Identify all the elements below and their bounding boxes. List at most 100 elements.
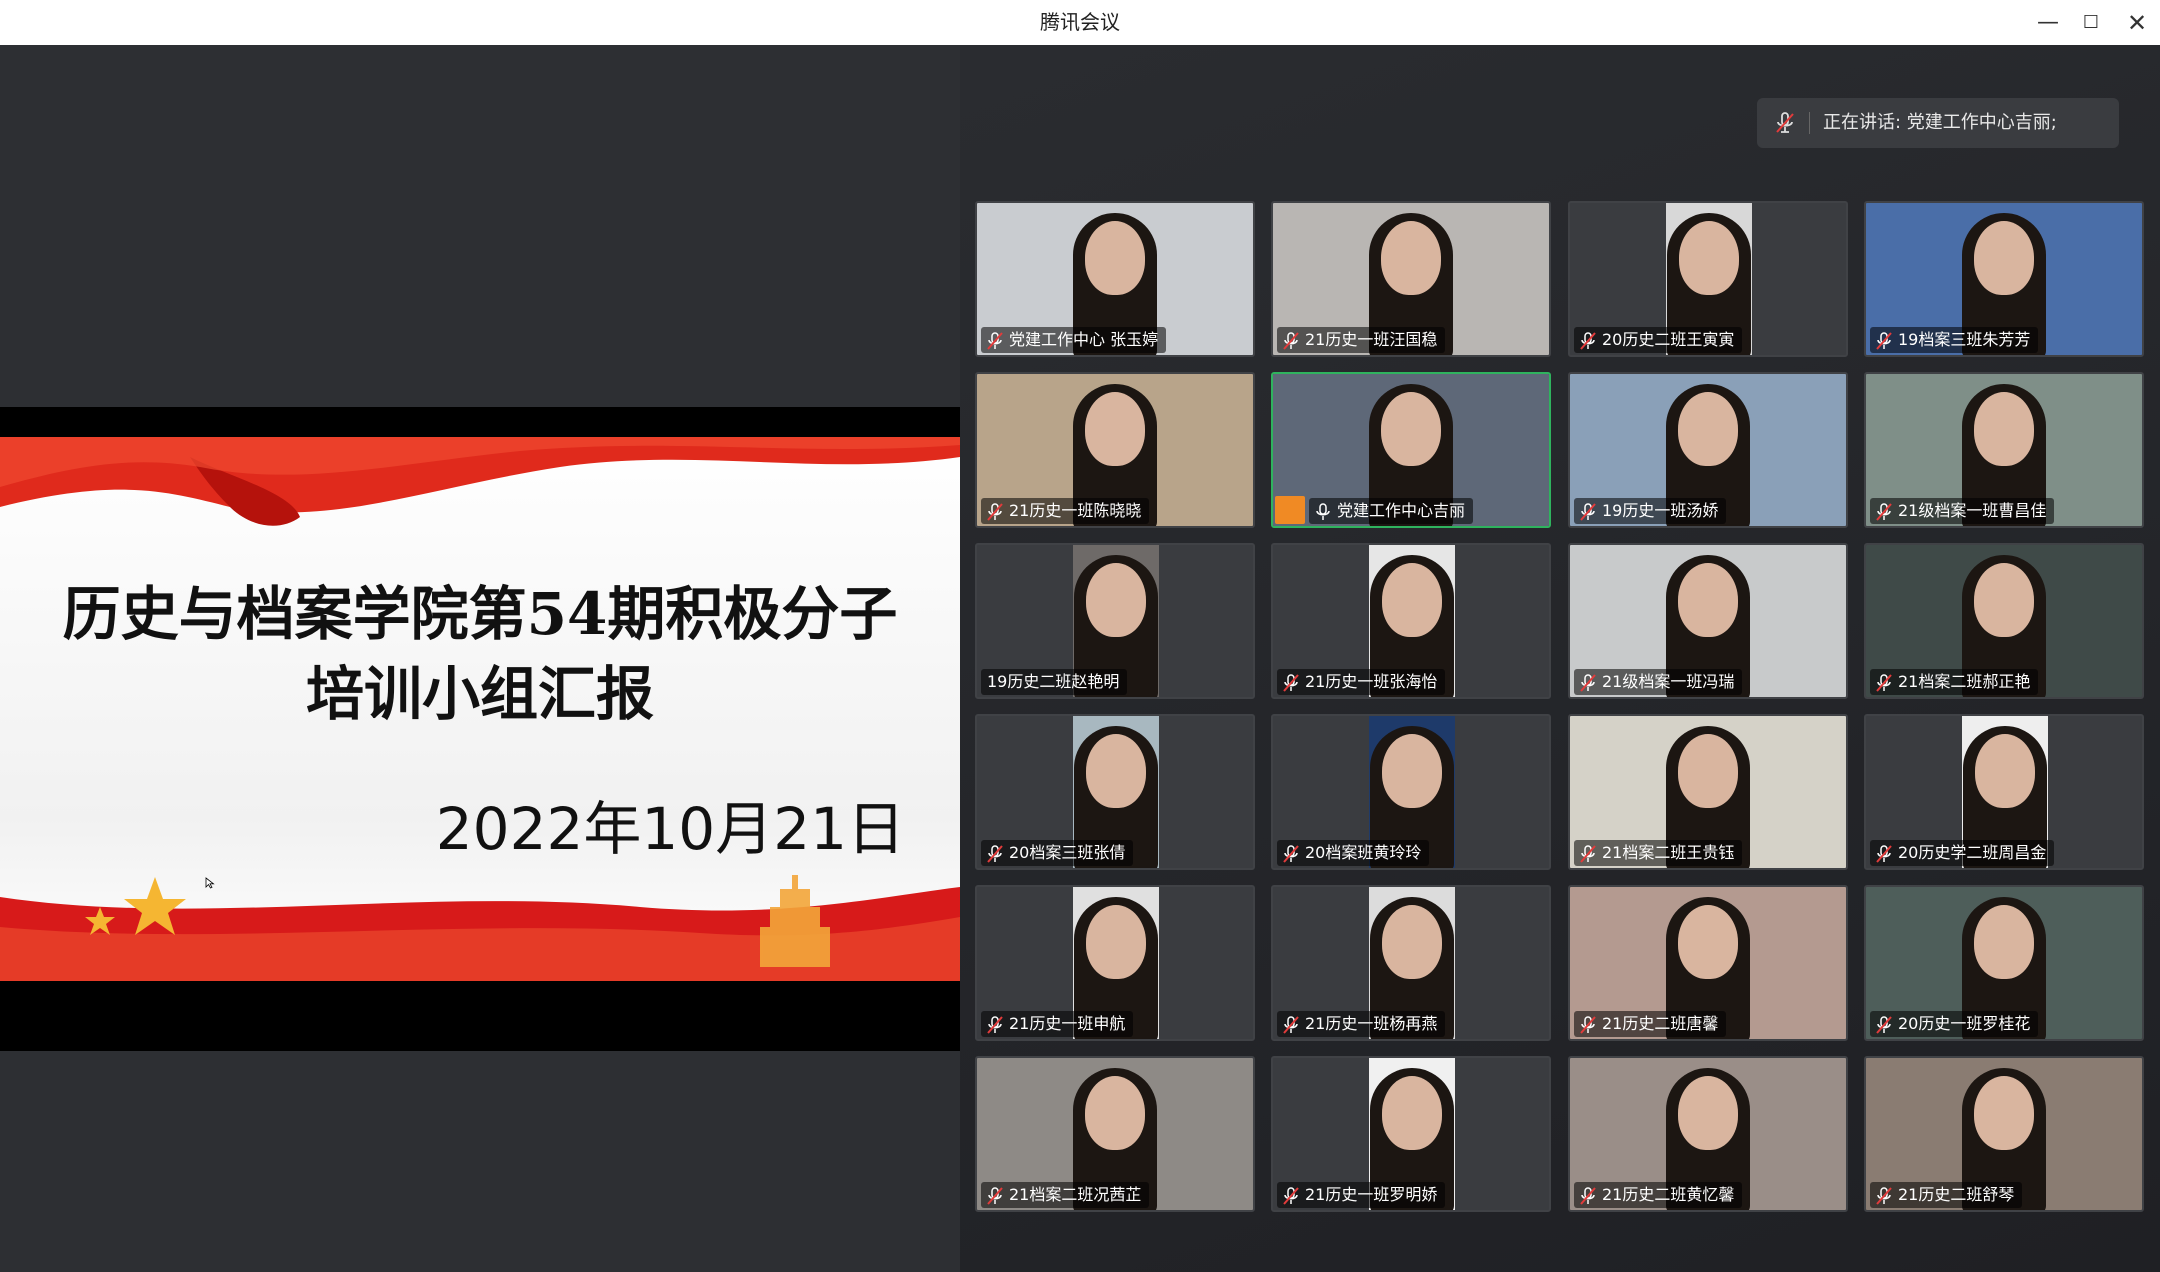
title-bar: 腾讯会议 — ☐ ✕ — [0, 0, 2160, 45]
video-gallery: 正在讲话: 党建工作中心吉丽; 党建工作中心 张玉婷 21历史一班汪国稳 20历… — [960, 45, 2160, 1272]
participant-name-label: 21历史二班唐馨 — [1574, 1011, 1727, 1037]
participant-tile[interactable]: 21档案二班王贵钰 — [1568, 714, 1848, 870]
participant-face — [1678, 734, 1738, 808]
participant-name: 21级档案一班冯瑞 — [1602, 672, 1735, 691]
muted-mic-icon — [1876, 501, 1898, 521]
participant-name-label: 20历史二班王寅寅 — [1574, 327, 1743, 353]
participant-face — [1678, 1076, 1738, 1150]
participant-name: 党建工作中心 张玉婷 — [1009, 330, 1159, 349]
participant-tile[interactable]: 21历史一班陈晓晓 — [975, 372, 1255, 528]
participant-tile[interactable]: 党建工作中心 张玉婷 — [975, 201, 1255, 357]
participant-tile[interactable]: 21历史二班唐馨 — [1568, 885, 1848, 1041]
window-title: 腾讯会议 — [1040, 10, 1120, 34]
participant-tile[interactable]: 19档案三班朱芳芳 — [1864, 201, 2144, 357]
participant-name: 21历史一班罗明娇 — [1305, 1185, 1438, 1204]
close-icon[interactable]: ✕ — [2119, 6, 2155, 40]
muted-mic-icon — [1876, 672, 1898, 692]
participant-name: 党建工作中心吉丽 — [1337, 501, 1466, 520]
mouse-cursor-icon — [205, 877, 215, 889]
participant-name-label: 21历史一班陈晓晓 — [981, 498, 1150, 524]
slide-bottom-wave-decoration — [0, 875, 960, 981]
participant-tile[interactable]: 21档案二班况茜芷 — [975, 1056, 1255, 1212]
muted-mic-icon — [1283, 843, 1305, 863]
participant-name-label: 19档案三班朱芳芳 — [1870, 327, 2039, 353]
participant-name: 19档案三班朱芳芳 — [1898, 330, 2031, 349]
participant-tile[interactable]: 20历史二班王寅寅 — [1568, 201, 1848, 357]
participant-tile[interactable]: 21历史一班张海怡 — [1271, 543, 1551, 699]
participant-face — [1382, 563, 1442, 637]
shared-slide: 历史与档案学院第54期积极分子 培训小组汇报 2022年10月21日 — [0, 437, 960, 981]
participant-name-label: 21档案二班况茜芷 — [981, 1182, 1150, 1208]
participant-name: 20历史一班罗桂花 — [1898, 1014, 2031, 1033]
participant-name-label: 21档案二班王贵钰 — [1574, 840, 1743, 866]
participant-name-label: 19历史一班汤娇 — [1574, 498, 1727, 524]
participant-tile[interactable]: 21历史二班舒琴 — [1864, 1056, 2144, 1212]
participant-name: 21级档案一班曹昌佳 — [1898, 501, 2047, 520]
participant-tile[interactable]: 21级档案一班曹昌佳 — [1864, 372, 2144, 528]
minimize-icon[interactable]: — — [2030, 6, 2066, 40]
participant-name-label: 21历史一班汪国稳 — [1277, 327, 1446, 353]
participant-face — [1381, 221, 1441, 295]
maximize-icon[interactable]: ☐ — [2073, 6, 2109, 40]
muted-mic-icon — [1580, 501, 1602, 521]
screen-share-area: 历史与档案学院第54期积极分子 培训小组汇报 2022年10月21日 — [0, 45, 960, 1272]
muted-mic-icon — [1876, 843, 1898, 863]
host-avatar-icon — [1275, 496, 1305, 524]
participant-face — [1974, 1076, 2034, 1150]
participant-name-label: 20档案班黄玲玲 — [1277, 840, 1430, 866]
participant-tile[interactable]: 20历史学二班周昌金 — [1864, 714, 2144, 870]
participant-face — [1086, 734, 1146, 808]
muted-mic-icon — [1283, 330, 1305, 350]
participant-name: 20历史学二班周昌金 — [1898, 843, 2047, 862]
participant-name-label: 21历史一班杨再燕 — [1277, 1011, 1446, 1037]
participant-name: 21历史一班杨再燕 — [1305, 1014, 1438, 1033]
participant-tile[interactable]: 21档案二班郝正艳 — [1864, 543, 2144, 699]
participant-tile[interactable]: 21历史一班杨再燕 — [1271, 885, 1551, 1041]
participant-name-label: 20档案三班张倩 — [981, 840, 1134, 866]
participant-name: 21历史二班舒琴 — [1898, 1185, 2015, 1204]
participant-face — [1679, 221, 1739, 295]
participant-tile[interactable]: 19历史一班汤娇 — [1568, 372, 1848, 528]
participant-tile[interactable]: 21历史一班申航 — [975, 885, 1255, 1041]
participant-name-label: 21历史一班罗明娇 — [1277, 1182, 1446, 1208]
slide-date: 2022年10月21日 — [435, 795, 905, 863]
muted-mic-icon — [1876, 1185, 1898, 1205]
participant-tile[interactable]: 19历史二班赵艳明 — [975, 543, 1255, 699]
muted-mic-icon — [987, 1185, 1009, 1205]
participant-face — [1974, 392, 2034, 466]
participant-name-label: 20历史一班罗桂花 — [1870, 1011, 2039, 1037]
muted-mic-icon — [987, 330, 1009, 350]
participant-face — [1975, 734, 2035, 808]
participant-name: 21档案二班况茜芷 — [1009, 1185, 1142, 1204]
participant-tile[interactable]: 21历史一班罗明娇 — [1271, 1056, 1551, 1212]
participant-tile[interactable]: 20档案班黄玲玲 — [1271, 714, 1551, 870]
participant-name: 20档案三班张倩 — [1009, 843, 1126, 862]
participant-name-label: 21档案二班郝正艳 — [1870, 669, 2039, 695]
speaking-indicator: 正在讲话: 党建工作中心吉丽; — [1757, 98, 2119, 148]
slide-title-line1: 历史与档案学院第54期积极分子 — [62, 580, 898, 648]
participant-tile[interactable]: 21级档案一班冯瑞 — [1568, 543, 1848, 699]
muted-mic-icon — [1876, 330, 1898, 350]
participant-face — [1086, 905, 1146, 979]
participant-tile[interactable]: 21历史二班黄忆馨 — [1568, 1056, 1848, 1212]
participant-tile[interactable]: 21历史一班汪国稳 — [1271, 201, 1551, 357]
participant-tile[interactable]: 党建工作中心吉丽 — [1271, 372, 1551, 528]
muted-mic-icon — [1580, 843, 1602, 863]
muted-mic-icon — [1580, 330, 1602, 350]
participant-name: 20历史二班王寅寅 — [1602, 330, 1735, 349]
shared-slide-frame: 历史与档案学院第54期积极分子 培训小组汇报 2022年10月21日 — [0, 407, 960, 1051]
participant-name: 20档案班黄玲玲 — [1305, 843, 1422, 862]
participant-face — [1382, 905, 1442, 979]
slide-title-line2: 培训小组汇报 — [305, 660, 654, 728]
participant-face — [1085, 1076, 1145, 1150]
participant-name: 19历史二班赵艳明 — [987, 672, 1120, 691]
participant-name: 21历史一班申航 — [1009, 1014, 1126, 1033]
participant-name-label: 党建工作中心吉丽 — [1309, 498, 1474, 524]
participant-face — [1678, 905, 1738, 979]
participant-name: 21历史二班黄忆馨 — [1602, 1185, 1735, 1204]
participant-face — [1974, 221, 2034, 295]
participant-name-label: 21历史一班张海怡 — [1277, 669, 1446, 695]
participant-tile[interactable]: 20历史一班罗桂花 — [1864, 885, 2144, 1041]
participant-name-label: 20历史学二班周昌金 — [1870, 840, 2055, 866]
participant-tile[interactable]: 20档案三班张倩 — [975, 714, 1255, 870]
